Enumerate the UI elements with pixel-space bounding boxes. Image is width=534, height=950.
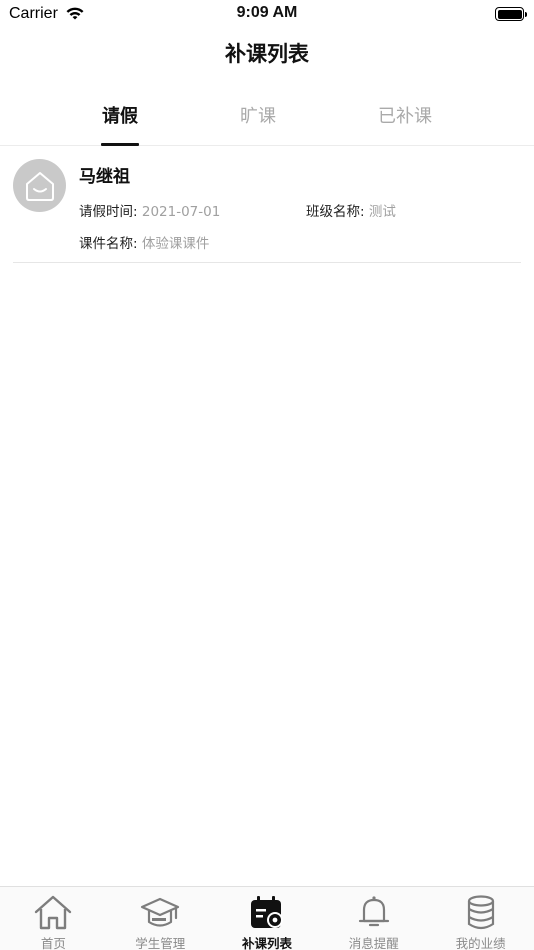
tab-strip: 请假 旷课 已补课 bbox=[0, 96, 534, 146]
graduation-cap-icon bbox=[141, 897, 180, 927]
course-label: 课件名称: bbox=[79, 236, 138, 252]
student-name: 马继祖 bbox=[79, 167, 130, 187]
calendar-list-icon bbox=[250, 896, 283, 928]
tab-absent[interactable]: 旷课 bbox=[208, 102, 308, 128]
class-name-label: 班级名称: bbox=[306, 204, 365, 220]
status-bar: Carrier 9:09 AM bbox=[0, 0, 534, 28]
class-name-value: 测试 bbox=[368, 204, 396, 220]
avatar bbox=[13, 159, 66, 212]
tabbar-label-makeup-list: 补课列表 bbox=[241, 936, 292, 950]
bell-icon bbox=[358, 896, 389, 927]
tabbar-label-performance: 我的业绩 bbox=[455, 936, 506, 950]
tabbar-item-makeup-list[interactable]: 补课列表 bbox=[214, 887, 321, 950]
status-time: 9:09 AM bbox=[236, 4, 298, 21]
bottom-tab-bar: 首页 学生管理 补课列表 消息提醒 我的业绩 bbox=[0, 886, 534, 950]
tabbar-label-students: 学生管理 bbox=[135, 936, 186, 950]
leave-time-field: 请假时间: 2021-07-01 bbox=[79, 200, 220, 220]
course-field: 课件名称: 体验课课件 bbox=[79, 232, 209, 252]
tabbar-item-messages[interactable]: 消息提醒 bbox=[320, 887, 427, 950]
tabbar-label-home: 首页 bbox=[40, 936, 66, 950]
tab-active-indicator bbox=[101, 143, 139, 146]
page-title: 补课列表 bbox=[225, 42, 309, 66]
leave-time-label: 请假时间: bbox=[79, 204, 138, 220]
tabbar-item-students[interactable]: 学生管理 bbox=[107, 887, 214, 950]
home-icon bbox=[35, 895, 72, 930]
leave-time-value: 2021-07-01 bbox=[141, 204, 221, 220]
course-value: 体验课课件 bbox=[141, 236, 210, 252]
tab-made-up[interactable]: 已补课 bbox=[355, 102, 455, 128]
tabbar-label-messages: 消息提醒 bbox=[348, 936, 399, 950]
database-stack-icon bbox=[467, 895, 494, 930]
default-avatar-icon bbox=[25, 171, 54, 201]
class-name-field: 班级名称: 测试 bbox=[306, 200, 396, 220]
tabbar-item-performance[interactable]: 我的业绩 bbox=[427, 887, 534, 950]
battery-icon bbox=[495, 7, 527, 21]
tab-leave[interactable]: 请假 bbox=[70, 102, 170, 128]
list-item[interactable]: 马继祖 请假时间: 2021-07-01 班级名称: 测试 课件名称: 体验课课… bbox=[13, 147, 521, 263]
tabbar-item-home[interactable]: 首页 bbox=[0, 887, 107, 950]
